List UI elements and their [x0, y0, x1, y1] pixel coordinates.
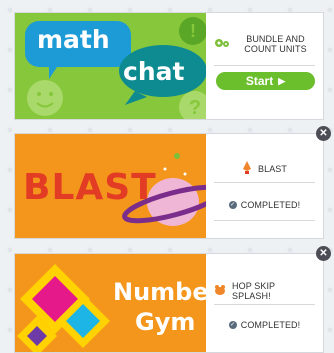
activity-label: BUNDLE AND COUNT UNITS	[244, 34, 307, 54]
divider	[214, 182, 315, 183]
activity-label: BLAST	[257, 164, 287, 174]
status-label: COMPLETED!	[240, 200, 301, 210]
art-title-gym: Gym	[135, 308, 196, 336]
svg-text:?: ?	[189, 97, 201, 119]
blast-artwork[interactable]: BLAST	[15, 134, 206, 238]
rocket-icon	[242, 161, 252, 177]
activity-sidebar: HOP SKIP SPLASH! ✓ COMPLETED!	[206, 254, 323, 352]
activity-card-math-chat: ! ? math chat BUNDLE AND COUNT UNITS Sta…	[14, 12, 324, 120]
art-title-math: math	[37, 25, 110, 54]
activity-card-blast: BLAST BLAST ✓ COMPLETED!	[14, 133, 324, 239]
art-title-blast: BLAST	[23, 167, 157, 208]
start-button-label: Start	[245, 74, 274, 88]
number-gym-artwork[interactable]: Number Gym	[15, 254, 206, 352]
start-button[interactable]: Start ▶	[216, 72, 315, 90]
gears-icon	[214, 37, 230, 51]
activity-row: BLAST	[214, 161, 315, 177]
svg-text:!: !	[190, 21, 196, 41]
check-icon: ✓	[228, 321, 237, 329]
activity-row: BUNDLE AND COUNT UNITS	[214, 31, 315, 57]
art-title-chat: chat	[123, 57, 185, 86]
activity-sidebar: BLAST ✓ COMPLETED!	[206, 134, 323, 238]
status-label: COMPLETED!	[240, 320, 301, 330]
close-button[interactable]: ✕	[316, 246, 331, 261]
math-chat-artwork[interactable]: ! ? math chat	[15, 13, 206, 119]
activity-card-number-gym: Number Gym HOP SKIP SPLASH! ✓ COMPLETED!	[14, 253, 324, 353]
art-title-number: Number	[113, 278, 206, 306]
activity-label: HOP SKIP SPLASH!	[232, 281, 275, 301]
completed-status: ✓ COMPLETED!	[214, 318, 315, 332]
divider	[214, 220, 315, 221]
completed-status: ✓ COMPLETED!	[214, 198, 315, 212]
frog-icon	[214, 284, 226, 298]
divider	[214, 304, 315, 305]
divider	[214, 65, 315, 66]
check-icon: ✓	[228, 201, 237, 209]
activity-row: HOP SKIP SPLASH!	[214, 281, 315, 301]
close-button[interactable]: ✕	[316, 126, 331, 141]
play-arrow-icon: ▶	[278, 75, 286, 86]
activity-sidebar: BUNDLE AND COUNT UNITS Start ▶	[206, 13, 323, 119]
